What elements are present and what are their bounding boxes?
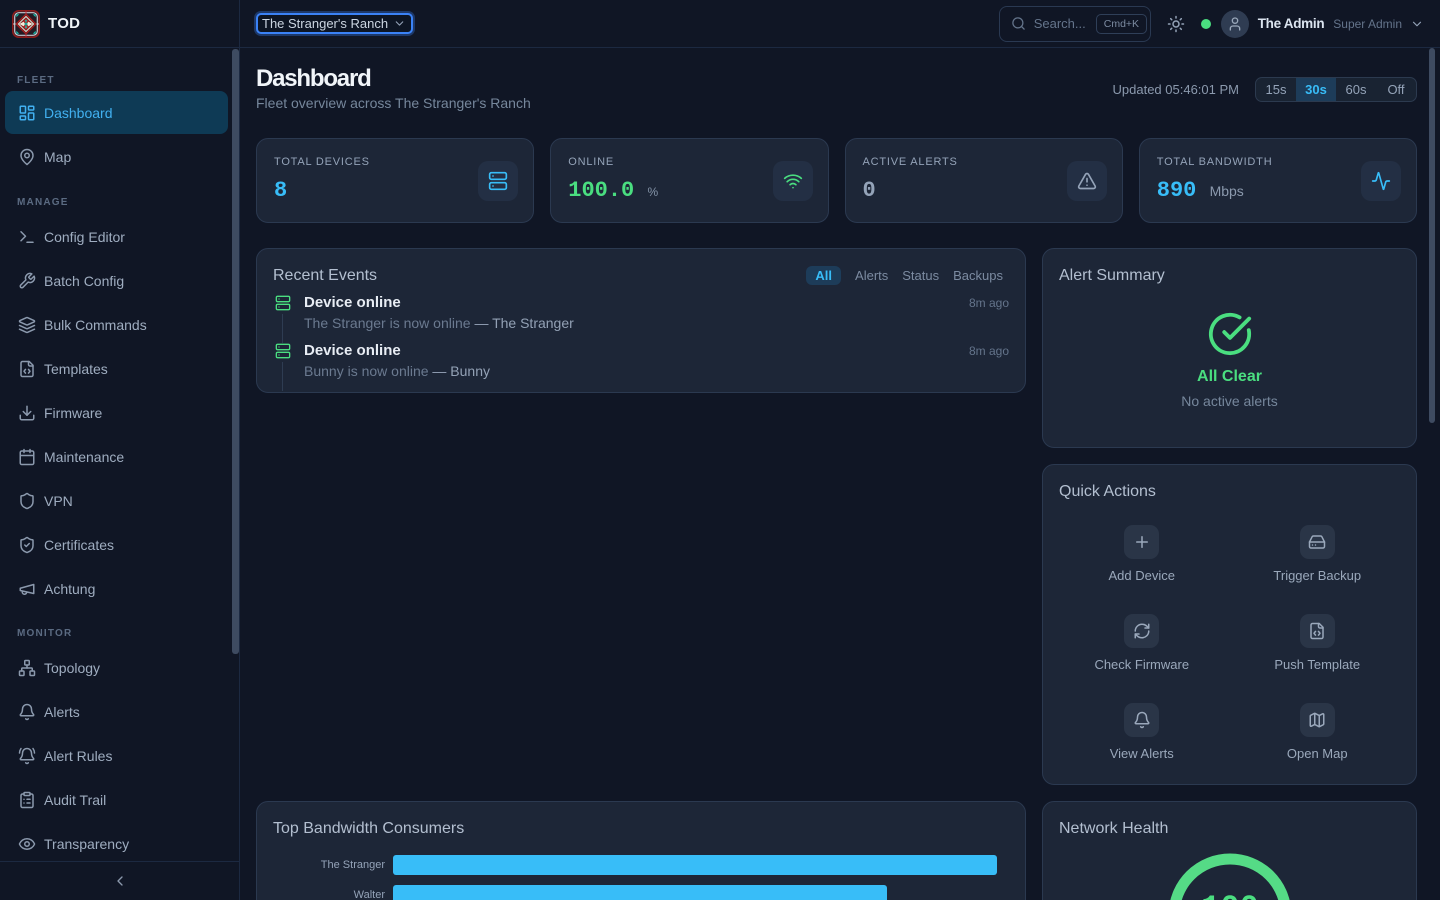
svg-text:100: 100 bbox=[1201, 890, 1259, 900]
